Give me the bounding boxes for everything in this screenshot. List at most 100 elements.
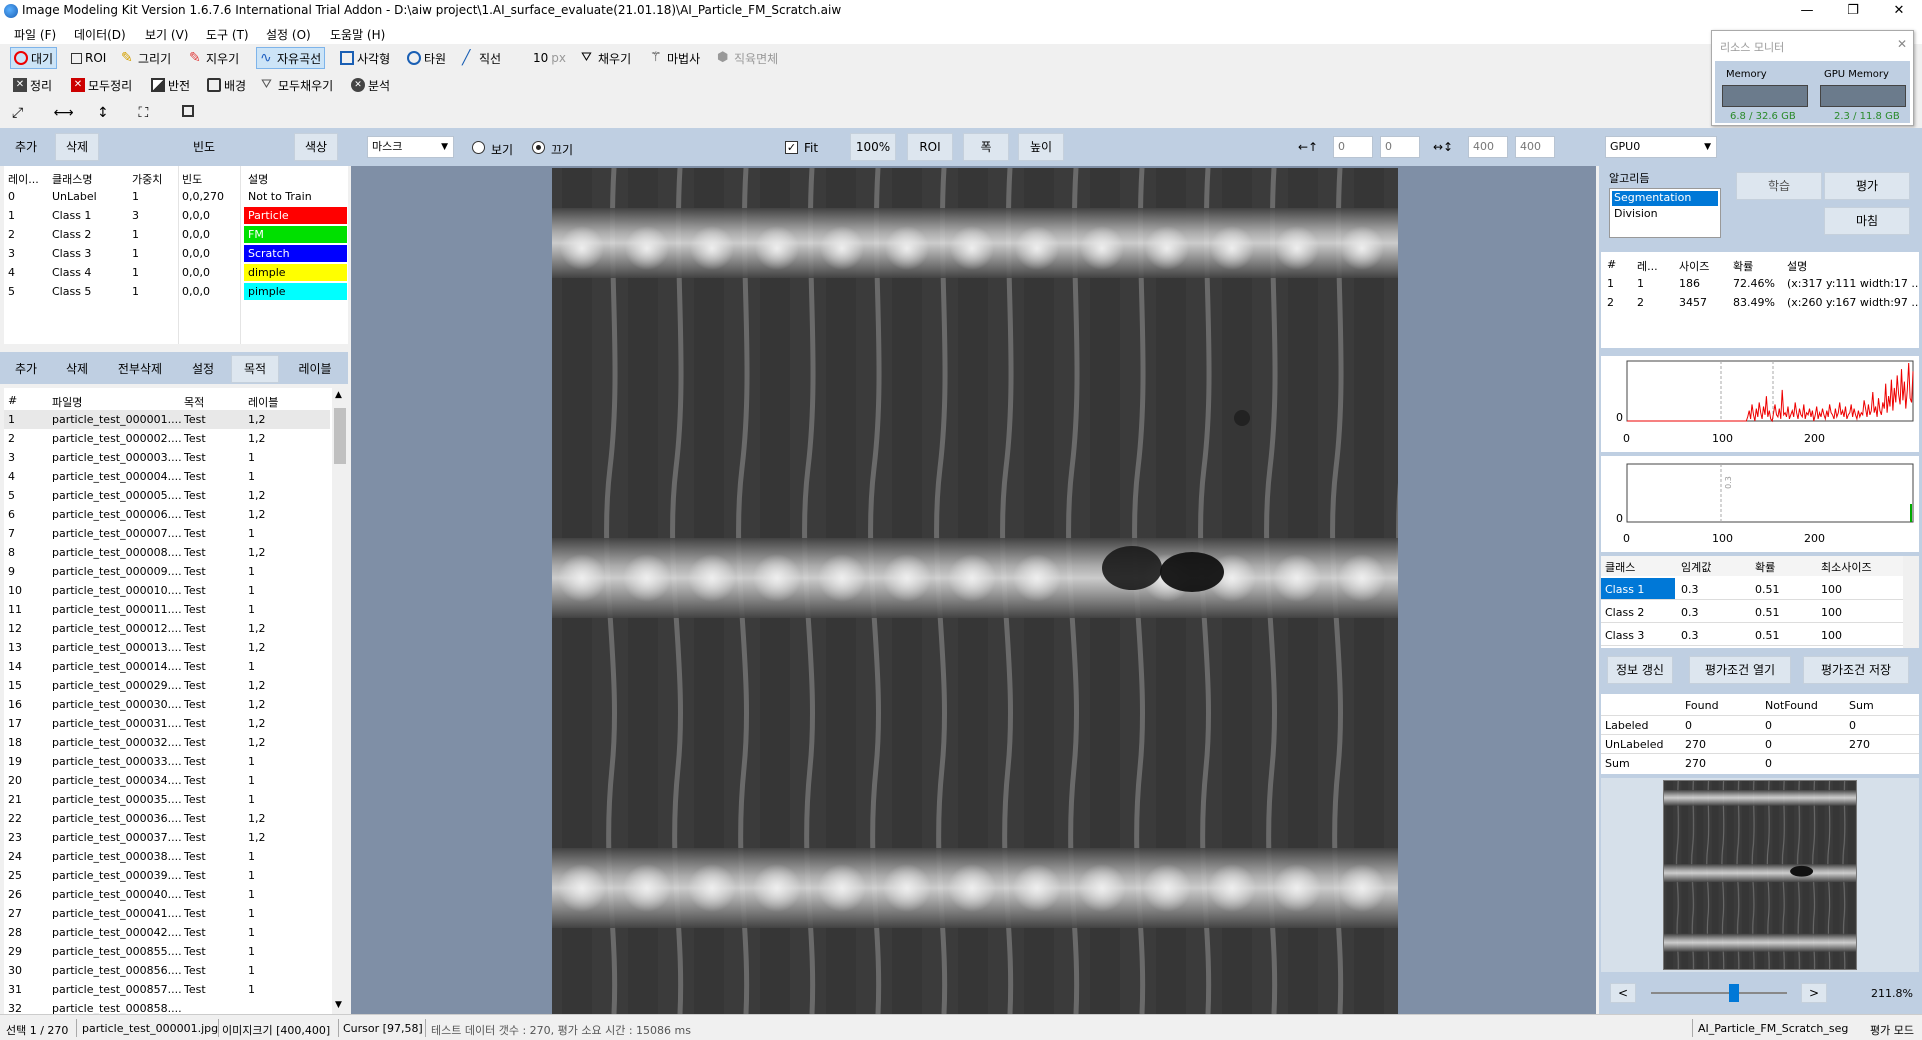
scroll-up-icon[interactable]: ▲ [335,390,342,400]
threshold-cell-probability[interactable]: 0.51 [1755,606,1780,619]
scroll-down-icon[interactable]: ▼ [335,1000,342,1010]
class-color-swatch[interactable]: Scratch [244,245,347,262]
magic-tool[interactable]: ⚚ 마법사 [647,47,703,69]
file-row[interactable]: 28 particle_test_000042.... Test 1 [4,923,330,942]
fullscreen-icon[interactable]: ⛶ [139,105,153,121]
file-row[interactable]: 9 particle_test_000009.... Test 1 [4,562,330,581]
cuboid-tool[interactable]: ⬢ 직육면체 [714,47,781,69]
class-color-swatch[interactable]: Not to Train [244,188,347,205]
class-row[interactable]: 3 Class 3 1 0,0,0 Scratch [4,244,348,263]
zoom-slider[interactable] [1651,992,1787,994]
result-row[interactable]: 1 1 186 72.46% (x:317 y:111 width:17 ... [1601,274,1919,293]
save-eval-conditions-button[interactable]: 평가조건 저장 [1803,656,1909,684]
file-row[interactable]: 5 particle_test_000005.... Test 1,2 [4,486,330,505]
minimize-button[interactable]: — [1784,0,1830,22]
col-prob[interactable]: 확률 [1733,258,1753,274]
threshold-row[interactable]: Class 3 0.3 0.51 100 [1601,624,1903,646]
threshold-cell-minsize[interactable]: 100 [1821,606,1842,619]
off-radio[interactable] [532,141,545,154]
height-button[interactable]: 높이 [1018,133,1064,161]
class-row[interactable]: 4 Class 4 1 0,0,0 dimple [4,263,348,282]
file-row[interactable]: 11 particle_test_000011.... Test 1 [4,600,330,619]
threshold-row[interactable]: Class 2 0.3 0.51 100 [1601,601,1903,623]
analyze-button[interactable]: ✕ 분석 [348,74,393,96]
col-probability[interactable]: 확률 [1755,559,1775,575]
file-row[interactable]: 8 particle_test_000008.... Test 1,2 [4,543,330,562]
file-row[interactable]: 15 particle_test_000029.... Test 1,2 [4,676,330,695]
file-table-scrollbar[interactable]: ▲ ▼ [332,388,348,1014]
file-row[interactable]: 32 particle_test_000858.... [4,999,330,1014]
file-row[interactable]: 22 particle_test_000036.... Test 1,2 [4,809,330,828]
file-row[interactable]: 1 particle_test_000001.... Test 1,2 [4,410,330,429]
file-delete-all-button[interactable]: 전부삭제 [108,355,172,383]
algo-list[interactable]: Segmentation Division [1609,188,1721,238]
size-h-input[interactable]: 400 [1515,136,1555,158]
class-row[interactable]: 2 Class 2 1 0,0,0 FM [4,225,348,244]
file-row[interactable]: 18 particle_test_000032.... Test 1,2 [4,733,330,752]
open-eval-conditions-button[interactable]: 평가조건 열기 [1689,656,1791,684]
col-purpose[interactable]: 목적 [184,394,204,410]
col-filename[interactable]: 파일명 [52,394,82,410]
threshold-cell-threshold[interactable]: 0.3 [1681,629,1699,642]
file-add-button[interactable]: 추가 [4,355,48,383]
width-button[interactable]: 폭 [963,133,1009,161]
file-settings-button[interactable]: 설정 [181,355,225,383]
refresh-button[interactable]: 정보 갱신 [1607,656,1673,684]
threshold-cell-minsize[interactable]: 100 [1821,629,1842,642]
gpu-select[interactable]: GPU0 ▼ [1605,136,1717,158]
algo-division[interactable]: Division [1612,207,1718,222]
col-threshold[interactable]: 임계값 [1681,559,1711,575]
file-row[interactable]: 12 particle_test_000012.... Test 1,2 [4,619,330,638]
expand-icon[interactable]: ⤢ [12,105,26,121]
threshold-row[interactable]: Class 1 0.3 0.51 100 [1601,578,1903,600]
brush-size[interactable]: 10 px [530,47,569,69]
file-row[interactable]: 7 particle_test_000007.... Test 1 [4,524,330,543]
view-radio[interactable] [472,141,485,154]
background-button[interactable]: 배경 [204,74,249,96]
resource-monitor-close-icon[interactable]: ✕ [1897,37,1907,51]
idle-tool[interactable]: 대기 [10,47,58,69]
evaluate-button[interactable]: 평가 [1824,172,1910,200]
col-label[interactable]: 레이블 [248,394,278,410]
zoom-slider-thumb[interactable] [1729,984,1739,1002]
class-color-swatch[interactable]: dimple [244,264,347,281]
file-row[interactable]: 31 particle_test_000857.... Test 1 [4,980,330,999]
invert-button[interactable]: 반전 [148,74,193,96]
height-icon[interactable]: ↕ [97,105,111,121]
freecurve-tool[interactable]: ∿ 자유곡선 [256,47,326,69]
algo-segmentation[interactable]: Segmentation [1612,191,1718,206]
fill-tool[interactable]: ⛛ 채우기 [578,47,634,69]
menu-settings[interactable]: 설정 (O) [266,26,311,43]
fit-checkbox[interactable]: ✓ [785,141,798,154]
file-row[interactable]: 17 particle_test_000031.... Test 1,2 [4,714,330,733]
col-size[interactable]: 사이즈 [1679,258,1709,274]
col-weight[interactable]: 가중치 [132,171,162,187]
file-row[interactable]: 3 particle_test_000003.... Test 1 [4,448,330,467]
pos-y-input[interactable]: 0 [1380,136,1420,158]
class-color-swatch[interactable]: pimple [244,283,347,300]
erase-tool[interactable]: ✎ 지우기 [186,47,242,69]
col-desc[interactable]: 설명 [1787,258,1807,274]
file-row[interactable]: 6 particle_test_000006.... Test 1,2 [4,505,330,524]
col-layer[interactable]: 레이... [8,171,39,187]
threshold-scrollbar[interactable] [1903,556,1919,648]
thumbnail-image[interactable] [1663,780,1857,970]
threshold-cell-minsize[interactable]: 100 [1821,583,1842,596]
roi-tool[interactable]: ROI [68,47,109,69]
col-no[interactable]: # [1607,258,1616,271]
class-color-swatch[interactable]: FM [244,226,347,243]
col-desc[interactable]: 설명 [248,171,268,187]
file-row[interactable]: 10 particle_test_000010.... Test 1 [4,581,330,600]
scrollbar-thumb[interactable] [334,408,346,464]
train-button[interactable]: 학습 [1736,172,1822,200]
threshold-cell-threshold[interactable]: 0.3 [1681,583,1699,596]
class-color-button[interactable]: 색상 [294,133,338,161]
file-row[interactable]: 13 particle_test_000013.... Test 1,2 [4,638,330,657]
file-row[interactable]: 27 particle_test_000041.... Test 1 [4,904,330,923]
line-tool[interactable]: ╱ 직선 [459,47,504,69]
file-row[interactable]: 29 particle_test_000855.... Test 1 [4,942,330,961]
file-row[interactable]: 21 particle_test_000035.... Test 1 [4,790,330,809]
menu-tools[interactable]: 도구 (T) [206,26,249,43]
threshold-cell-probability[interactable]: 0.51 [1755,629,1780,642]
file-row[interactable]: 24 particle_test_000038.... Test 1 [4,847,330,866]
